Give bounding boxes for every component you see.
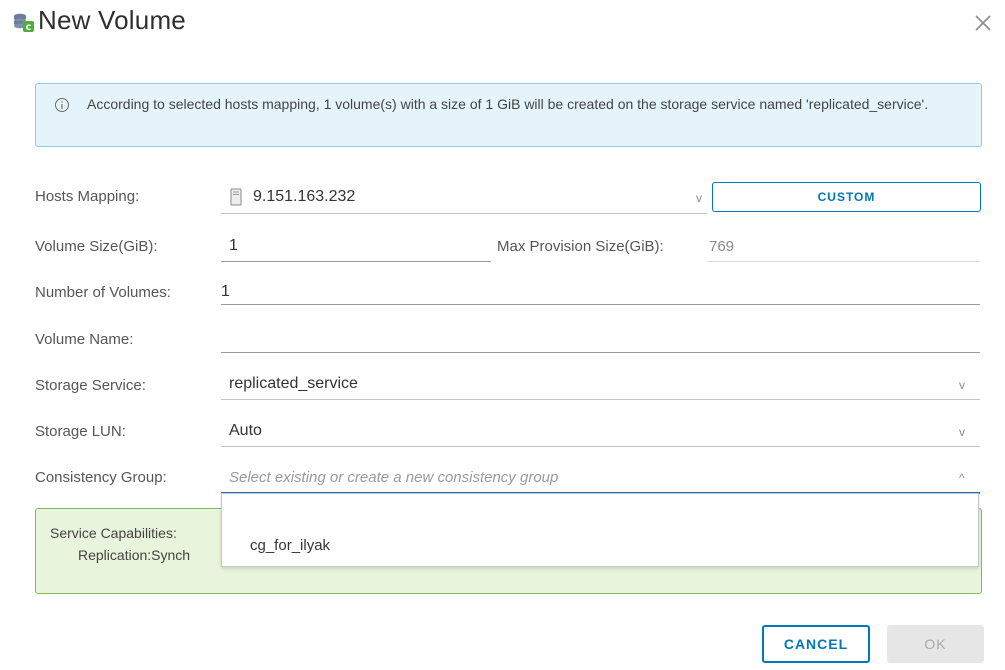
storage-volume-icon: c — [14, 13, 34, 33]
chevron-up-icon: ^ — [959, 471, 965, 485]
field-underline — [221, 352, 980, 353]
max-provision-field: 769 — [707, 232, 980, 262]
consistency-group-combobox[interactable]: Select existing or create a new consiste… — [221, 462, 980, 494]
capabilities-replication: Replication:Synch — [78, 547, 191, 563]
number-of-volumes-label: Number of Volumes: — [35, 284, 171, 301]
storage-lun-label: Storage LUN: — [35, 423, 126, 440]
field-underline — [707, 261, 980, 262]
volume-size-value: 1 — [229, 237, 238, 254]
custom-button[interactable]: CUSTOM — [712, 182, 981, 212]
storage-service-value: replicated_service — [229, 375, 358, 392]
svg-text:c: c — [26, 22, 32, 33]
storage-service-label: Storage Service: — [35, 377, 146, 394]
storage-service-select[interactable]: replicated_service v — [221, 370, 980, 400]
field-underline — [221, 304, 980, 305]
max-provision-label: Max Provision Size(GiB): — [497, 238, 664, 255]
chevron-down-icon: v — [959, 378, 965, 392]
field-underline — [221, 213, 707, 214]
field-underline — [221, 399, 980, 400]
hosts-mapping-label: Hosts Mapping: — [35, 188, 140, 205]
consistency-group-dropdown: cg_for_ilyak — [221, 493, 979, 567]
consistency-group-label: Consistency Group: — [35, 469, 167, 486]
chevron-down-icon: v — [959, 425, 965, 439]
hosts-mapping-select[interactable]: 9.151.163.232 v — [221, 182, 707, 214]
info-message: According to selected hosts mapping, 1 v… — [87, 96, 929, 112]
number-of-volumes-input[interactable]: 1 — [221, 278, 980, 308]
dialog-title: New Volume — [38, 5, 186, 35]
storage-lun-value: Auto — [229, 422, 262, 439]
volume-name-label: Volume Name: — [35, 331, 134, 348]
field-underline — [221, 446, 980, 447]
ok-button[interactable]: OK — [887, 625, 984, 663]
max-provision-value: 769 — [709, 238, 735, 255]
volume-name-input[interactable] — [221, 325, 980, 355]
info-icon — [55, 98, 69, 112]
dropdown-option[interactable]: cg_for_ilyak — [250, 537, 330, 554]
info-banner: According to selected hosts mapping, 1 v… — [35, 83, 982, 147]
close-icon[interactable] — [969, 8, 997, 36]
field-underline — [221, 261, 491, 262]
volume-size-input[interactable]: 1 — [221, 232, 491, 262]
number-of-volumes-value: 1 — [221, 283, 230, 300]
volume-size-label: Volume Size(GiB): — [35, 238, 158, 255]
host-icon — [230, 188, 242, 206]
cancel-button[interactable]: CANCEL — [762, 625, 870, 663]
capabilities-heading: Service Capabilities: — [50, 525, 177, 541]
hosts-mapping-value: 9.151.163.232 — [253, 188, 356, 205]
consistency-group-placeholder: Select existing or create a new consiste… — [229, 469, 559, 486]
storage-lun-select[interactable]: Auto v — [221, 417, 980, 447]
chevron-down-icon: v — [696, 191, 702, 205]
